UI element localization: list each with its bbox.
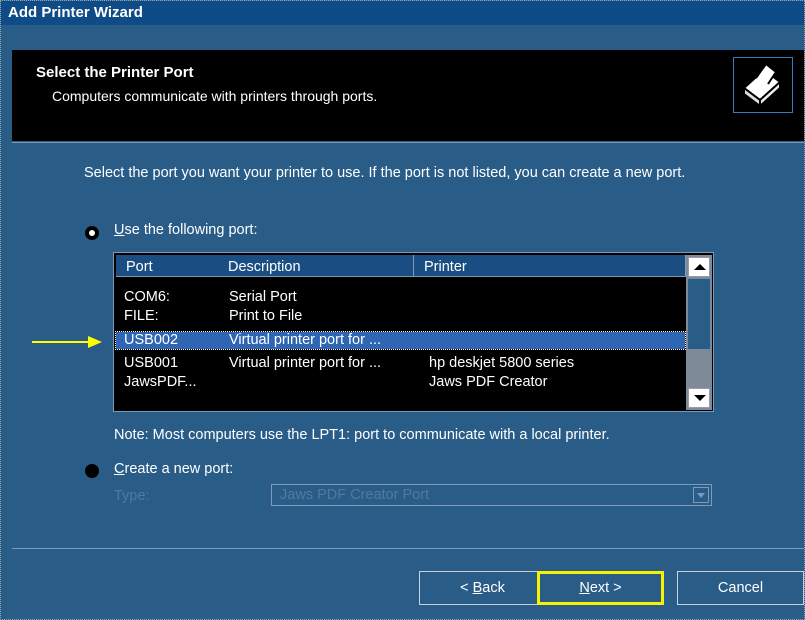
- footer-divider: [12, 548, 804, 549]
- description-cell: Virtual printer port for ...: [229, 332, 382, 348]
- back-label: ack: [482, 580, 505, 596]
- use-port-label[interactable]: Use the following port:: [114, 222, 257, 238]
- radio-dot: [89, 230, 95, 236]
- use-port-radio[interactable]: [85, 226, 99, 240]
- use-port-access-key: U: [114, 222, 125, 238]
- next-button[interactable]: Next >: [537, 571, 664, 605]
- use-port-label-text: se the following port:: [124, 222, 258, 238]
- cancel-button[interactable]: Cancel: [677, 571, 804, 605]
- column-header-description[interactable]: Description: [218, 255, 414, 277]
- arrow-up-icon: [694, 264, 706, 270]
- chevron-down-icon[interactable]: [693, 487, 709, 503]
- port-cell: COM6:: [124, 289, 170, 305]
- arrow-down-icon: [694, 395, 706, 401]
- back-access-key: B: [472, 580, 483, 596]
- scroll-up-button[interactable]: [688, 257, 710, 277]
- type-label: Type:: [114, 488, 150, 504]
- title-bar[interactable]: Add Printer Wizard: [1, 1, 804, 25]
- header-title: Select the Printer Port: [36, 64, 194, 81]
- port-type-select[interactable]: Jaws PDF Creator Port: [271, 484, 712, 506]
- port-cell: FILE:: [124, 308, 159, 324]
- back-prefix: <: [460, 580, 473, 596]
- add-printer-wizard-dialog: Add Printer Wizard Select the Printer Po…: [0, 0, 805, 620]
- port-row-jawspdf[interactable]: JawsPDF... Jaws PDF Creator: [116, 374, 685, 391]
- next-access-key: N: [579, 580, 590, 596]
- dropdown-arrow-glyph: [697, 493, 705, 498]
- scroll-down-button[interactable]: [688, 388, 710, 408]
- next-label: ext >: [589, 580, 622, 596]
- note-text: Note: Most computers use the LPT1: port …: [114, 427, 610, 443]
- column-header-printer[interactable]: Printer: [414, 255, 686, 277]
- port-row-file[interactable]: FILE: Print to File: [116, 308, 685, 325]
- scrollbar-thumb[interactable]: [688, 279, 710, 349]
- description-cell: Serial Port: [229, 289, 297, 305]
- port-list-scrollbar[interactable]: [686, 255, 712, 410]
- port-row-com6[interactable]: COM6: Serial Port: [116, 289, 685, 306]
- port-cell: USB002: [124, 332, 179, 348]
- port-cell: JawsPDF...: [124, 374, 197, 390]
- description-cell: Print to File: [229, 308, 303, 324]
- create-port-label-text: reate a new port:: [124, 461, 234, 477]
- printer-icon: [733, 57, 793, 113]
- port-type-value: Jaws PDF Creator Port: [280, 487, 430, 503]
- create-port-label[interactable]: Create a new port:: [114, 461, 233, 477]
- port-cell: USB001: [124, 355, 179, 371]
- intro-text: Select the port you want your printer to…: [84, 165, 686, 181]
- create-port-radio[interactable]: [85, 464, 99, 478]
- printer-cell: Jaws PDF Creator: [429, 374, 548, 390]
- create-port-access-key: C: [114, 461, 125, 477]
- port-row-usb001[interactable]: USB001 Virtual printer port for ... hp d…: [116, 355, 685, 372]
- wizard-header: Select the Printer Port Computers commun…: [12, 50, 804, 141]
- header-subtitle: Computers communicate with printers thro…: [52, 88, 378, 104]
- port-list[interactable]: Port Description Printer COM6: Serial Po…: [113, 252, 714, 412]
- port-row-usb002-selected[interactable]: USB002 Virtual printer port for ...: [115, 331, 686, 350]
- header-divider: [12, 142, 804, 143]
- column-header-port[interactable]: Port: [116, 255, 219, 277]
- window-title: Add Printer Wizard: [8, 4, 143, 21]
- highlight-arrow-icon: [32, 336, 102, 348]
- printer-cell: hp deskjet 5800 series: [429, 355, 575, 371]
- description-cell: Virtual printer port for ...: [229, 355, 382, 371]
- back-button[interactable]: < Back: [419, 571, 546, 605]
